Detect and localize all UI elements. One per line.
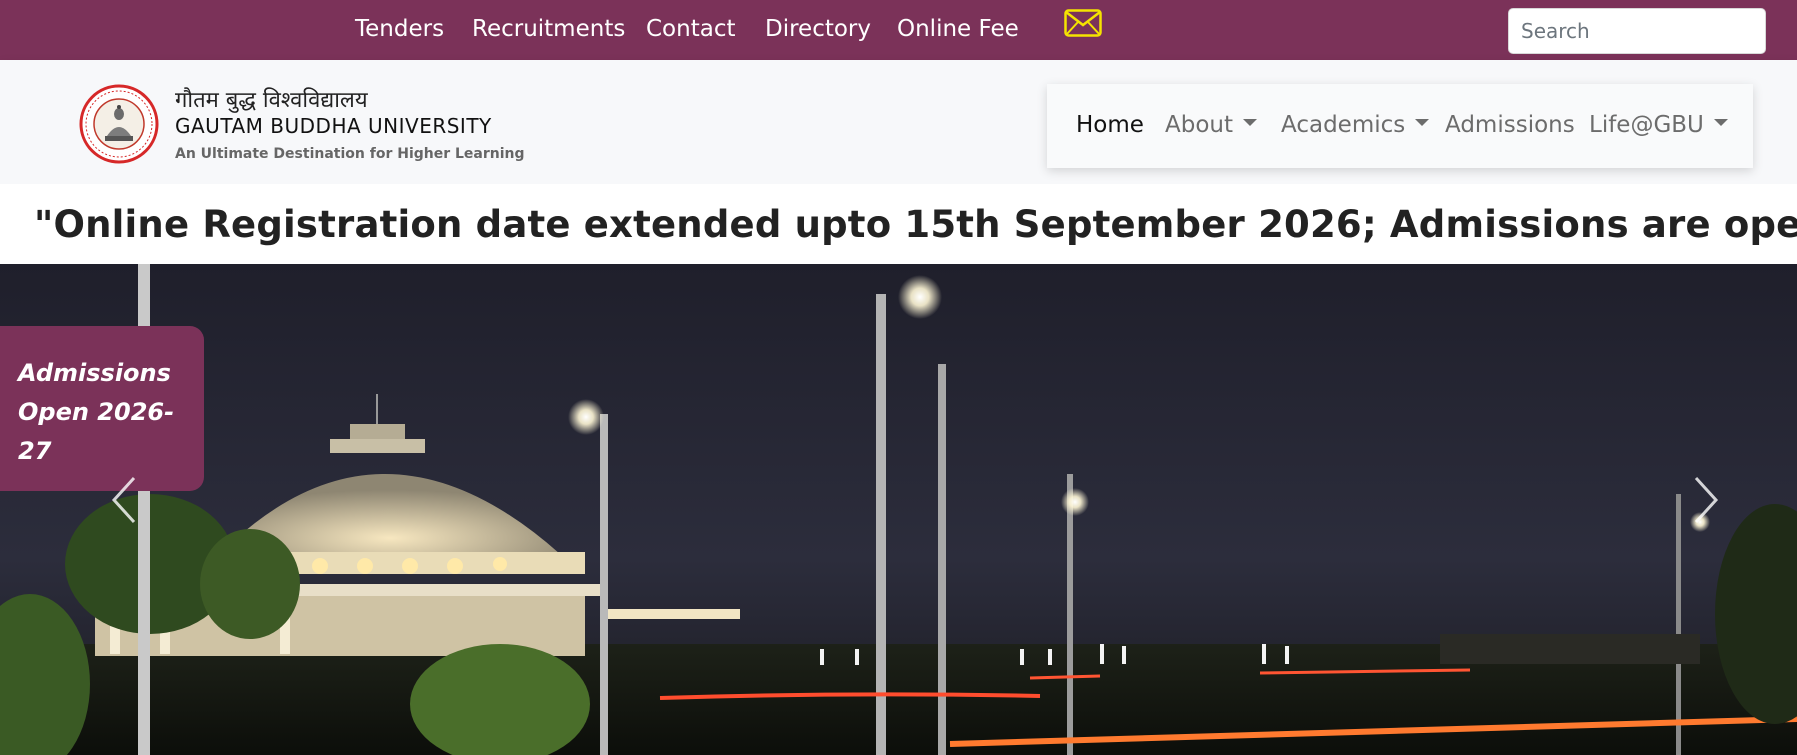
university-tagline: An Ultimate Destination for Higher Learn… bbox=[175, 146, 525, 162]
announcement-bar: "Online Registration date extended upto … bbox=[0, 184, 1797, 264]
admissions-open-badge[interactable]: Admissions Open 2026-27 bbox=[0, 326, 204, 491]
nav-admissions[interactable]: Admissions bbox=[1445, 112, 1575, 138]
university-name[interactable]: GAUTAM BUDDHA UNIVERSITY bbox=[175, 114, 492, 138]
link-online-fee[interactable]: Online Fee bbox=[897, 16, 1019, 42]
caret-down-icon bbox=[1415, 119, 1430, 126]
search-input[interactable] bbox=[1508, 8, 1766, 54]
caret-down-icon bbox=[1243, 119, 1258, 126]
nav-home-label: Home bbox=[1076, 112, 1144, 138]
top-utility-bar: Tenders Recruitments Contact Directory O… bbox=[0, 0, 1797, 60]
university-hindi-name: गौतम बुद्ध विश्वविद्यालय bbox=[175, 88, 368, 113]
nav-about[interactable]: About bbox=[1165, 112, 1258, 138]
chevron-right-icon[interactable] bbox=[1686, 470, 1726, 530]
link-directory[interactable]: Directory bbox=[765, 16, 871, 42]
nav-academics[interactable]: Academics bbox=[1281, 112, 1430, 138]
announcement-text[interactable]: "Online Registration date extended upto … bbox=[34, 203, 1797, 246]
nav-life-at-gbu[interactable]: Life@GBU bbox=[1589, 112, 1728, 138]
chevron-left-icon[interactable] bbox=[104, 470, 144, 530]
nav-admissions-label: Admissions bbox=[1445, 112, 1575, 138]
campus-night-photo bbox=[0, 264, 1797, 755]
caret-down-icon bbox=[1713, 119, 1728, 126]
nav-life-label: Life@GBU bbox=[1589, 112, 1704, 138]
link-recruitments[interactable]: Recruitments bbox=[472, 16, 625, 42]
link-tenders[interactable]: Tenders bbox=[355, 16, 444, 42]
university-seal-icon[interactable] bbox=[79, 84, 159, 164]
nav-academics-label: Academics bbox=[1281, 112, 1406, 138]
link-contact[interactable]: Contact bbox=[646, 16, 735, 42]
nav-about-label: About bbox=[1165, 112, 1234, 138]
nav-home[interactable]: Home bbox=[1076, 112, 1144, 138]
main-navigation: Home About Academics Admissions Life@GBU bbox=[1047, 84, 1753, 168]
hero-carousel[interactable]: Admissions Open 2026-27 bbox=[0, 264, 1797, 755]
envelope-icon[interactable] bbox=[1064, 9, 1102, 37]
